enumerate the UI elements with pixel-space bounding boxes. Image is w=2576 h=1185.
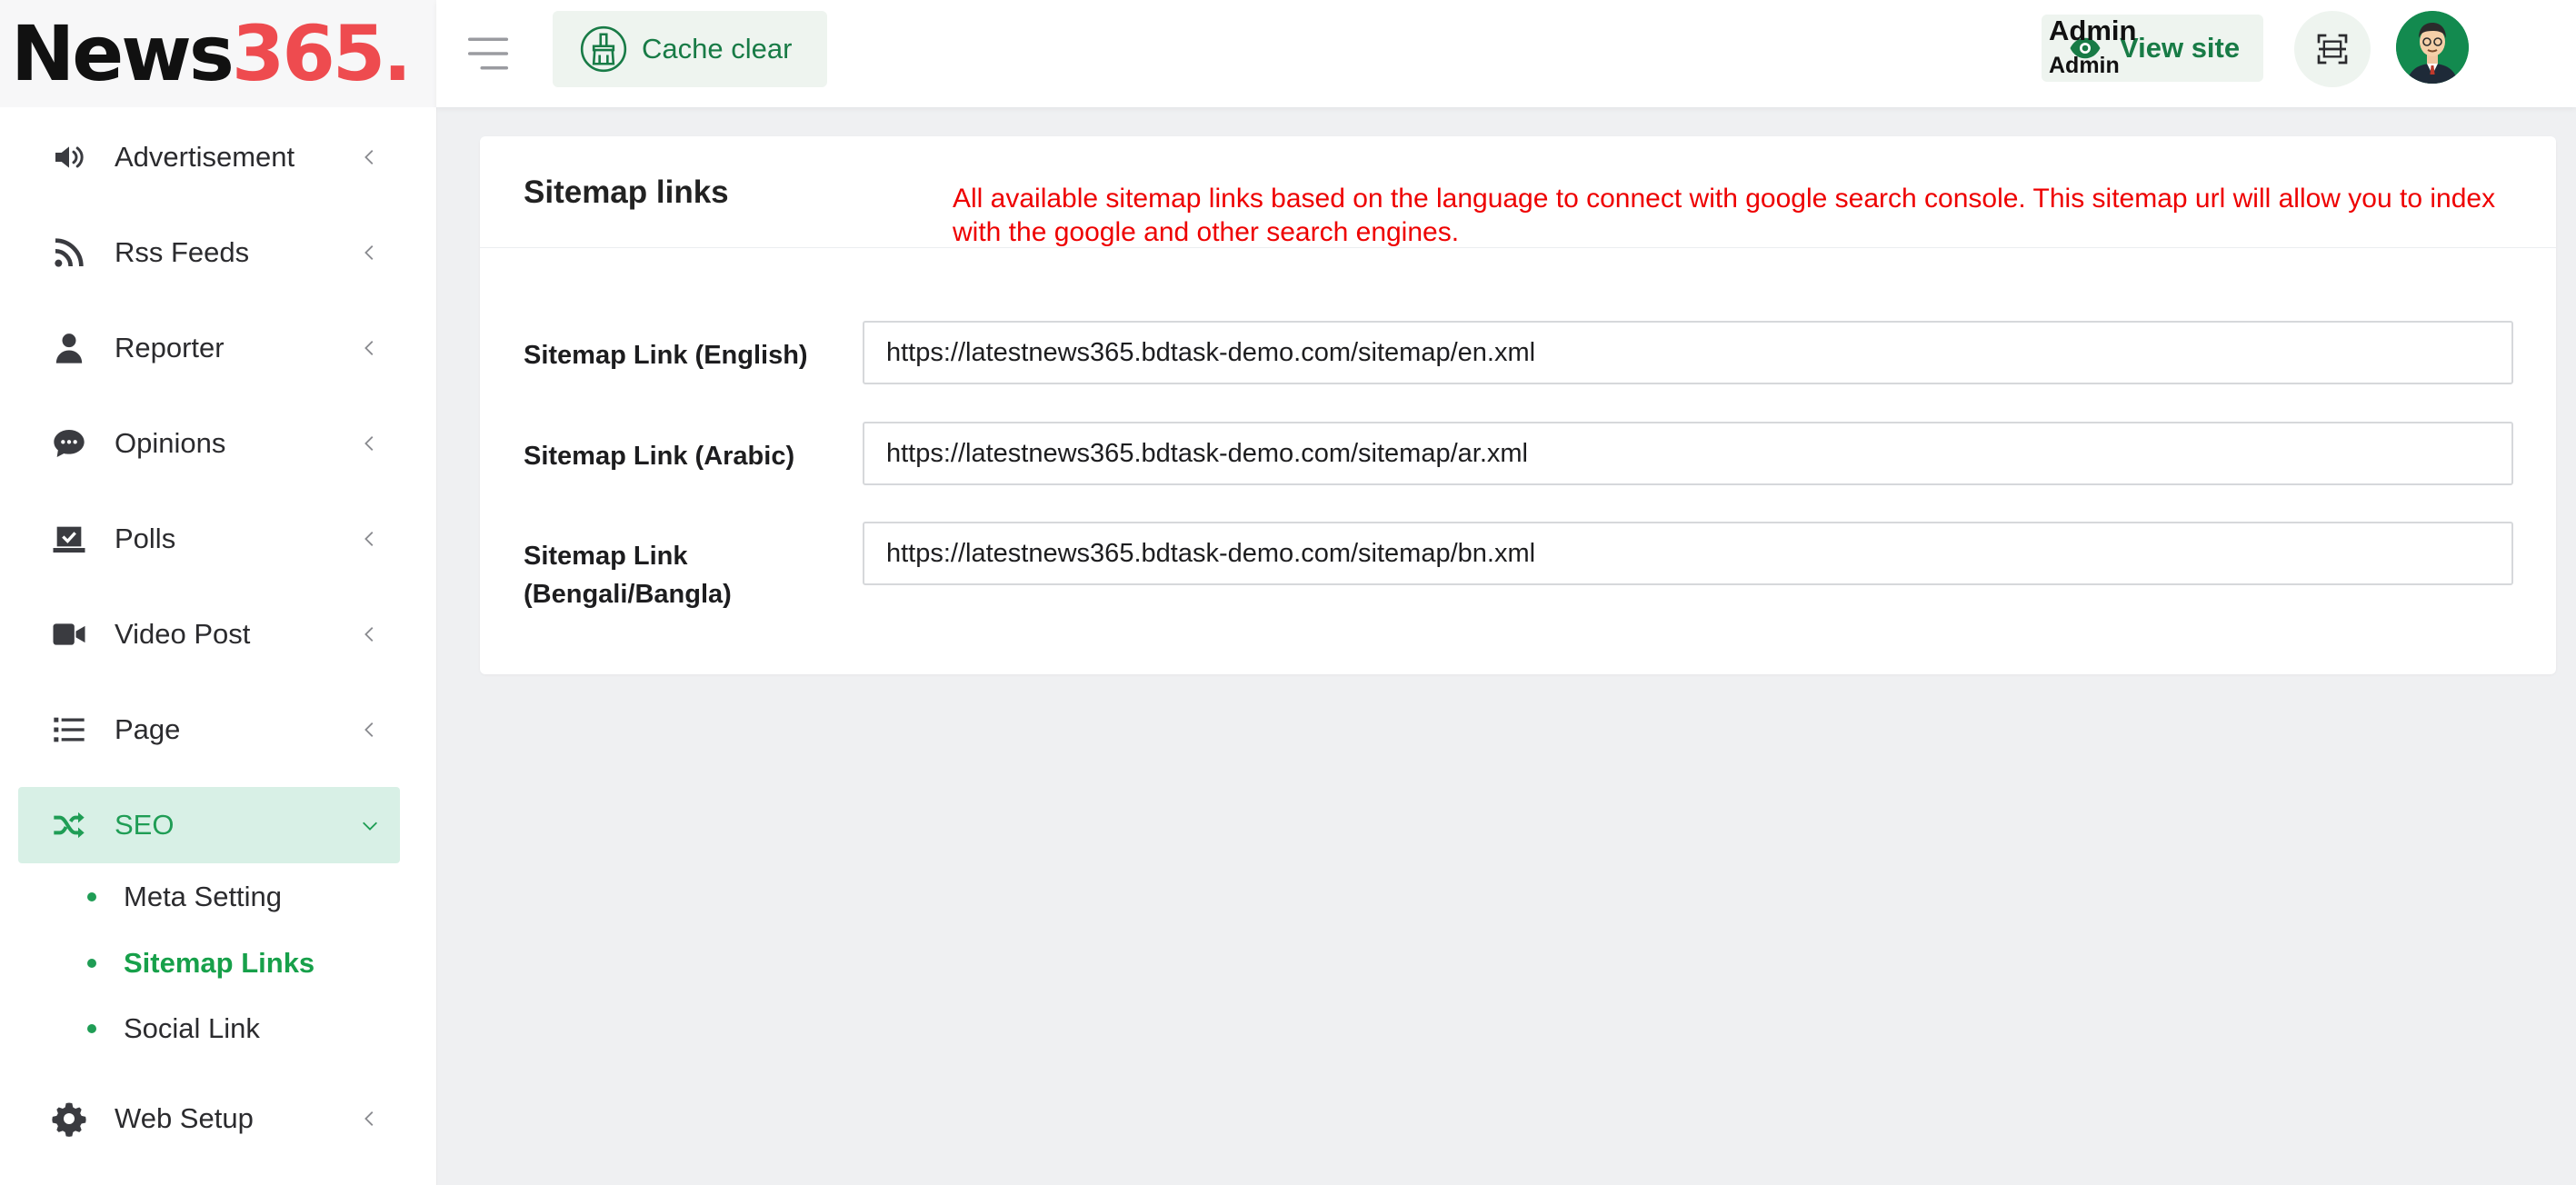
chevron-left-icon [364, 150, 374, 164]
sidebar-item-reporter[interactable]: Reporter [18, 310, 400, 386]
submenu-item-label: Sitemap Links [124, 947, 315, 979]
rss-icon [49, 233, 89, 273]
submenu-item-social-link[interactable]: Social Link [87, 1001, 260, 1056]
sidebar-item-web-setup[interactable]: Web Setup [18, 1080, 400, 1157]
sidebar-item-seo[interactable]: SEO [18, 787, 400, 863]
field-label-arabic: Sitemap Link (Arabic) [524, 442, 795, 471]
sidebar-item-video-post[interactable]: Video Post [18, 596, 400, 672]
sidebar-item-label: Video Post [115, 618, 251, 650]
user-avatar-icon [2396, 11, 2469, 84]
bullet-dot [87, 1024, 96, 1033]
submenu-item-meta-setting[interactable]: Meta Setting [87, 870, 282, 924]
sidebar-item-label: SEO [115, 809, 175, 841]
broom-icon [580, 25, 627, 73]
sitemap-link-arabic-input[interactable] [863, 422, 2513, 485]
sidebar-item-label: Polls [115, 523, 176, 554]
avatar[interactable] [2396, 11, 2469, 84]
field-label-bengali: Sitemap Link (Bengali/Bangla) [524, 542, 732, 609]
menu-toggle-icon[interactable] [464, 29, 513, 78]
sidebar: News 365. Advertisement Rss Feeds Reporte… [0, 0, 437, 1185]
sidebar-item-advertisement[interactable]: Advertisement [18, 119, 400, 195]
user-icon [49, 328, 89, 368]
chevron-left-icon [364, 1111, 374, 1126]
sidebar-item-label: Web Setup [115, 1102, 254, 1134]
cache-clear-label: Cache clear [642, 33, 793, 65]
sidebar-item-opinions[interactable]: Opinions [18, 405, 400, 482]
submenu-item-sitemap-links[interactable]: Sitemap Links [87, 936, 315, 991]
sidebar-item-label: Page [115, 713, 181, 745]
user-role: Admin [2049, 53, 2120, 78]
comment-icon [49, 423, 89, 463]
brand-name-part2: 365. [231, 9, 412, 98]
submenu-item-label: Social Link [124, 1012, 260, 1044]
sidebar-item-label: Opinions [115, 427, 226, 459]
chevron-left-icon [364, 341, 374, 355]
chevron-left-icon [364, 532, 374, 546]
shuffle-icon [49, 805, 89, 845]
chevron-left-icon [364, 722, 374, 737]
video-icon [49, 614, 89, 654]
brand-logo[interactable]: News 365. [0, 0, 436, 107]
sidebar-item-label: Reporter [115, 332, 225, 363]
submenu-item-label: Meta Setting [124, 881, 283, 912]
sidebar-item-label: Rss Feeds [115, 236, 250, 268]
field-label-english: Sitemap Link (English) [524, 341, 808, 370]
fullscreen-button[interactable] [2294, 11, 2371, 87]
brand-name-part1: News [11, 9, 235, 98]
speaker-icon [49, 137, 89, 177]
list-icon [49, 710, 89, 750]
poll-icon [49, 519, 89, 559]
top-header: Cache clear View site Admin Admin [436, 0, 2576, 107]
chevron-down-icon [363, 822, 377, 831]
page-title: Sitemap links [524, 174, 729, 210]
chevron-left-icon [364, 436, 374, 451]
sidebar-item-page[interactable]: Page [18, 692, 400, 768]
sitemap-link-english-input[interactable] [863, 321, 2513, 384]
bullet-dot [87, 959, 96, 968]
gear-icon [49, 1099, 89, 1139]
sitemap-link-bengali-input[interactable] [863, 522, 2513, 585]
sidebar-item-rss-feeds[interactable]: Rss Feeds [18, 214, 400, 291]
user-name[interactable]: Admin [2049, 15, 2136, 47]
sidebar-item-label: Advertisement [115, 141, 295, 173]
sidebar-item-polls[interactable]: Polls [18, 501, 400, 577]
bullet-dot [87, 892, 96, 901]
info-note: All available sitemap links based on the… [953, 184, 2496, 247]
chevron-left-icon [364, 627, 374, 642]
card-header: Sitemap links All available sitemap link… [480, 136, 2556, 248]
cache-clear-button[interactable]: Cache clear [553, 11, 827, 87]
chevron-left-icon [364, 245, 374, 260]
view-site-label: View site [2120, 32, 2241, 64]
fullscreen-icon [2317, 34, 2348, 65]
sitemap-links-card: Sitemap links All available sitemap link… [480, 136, 2556, 674]
